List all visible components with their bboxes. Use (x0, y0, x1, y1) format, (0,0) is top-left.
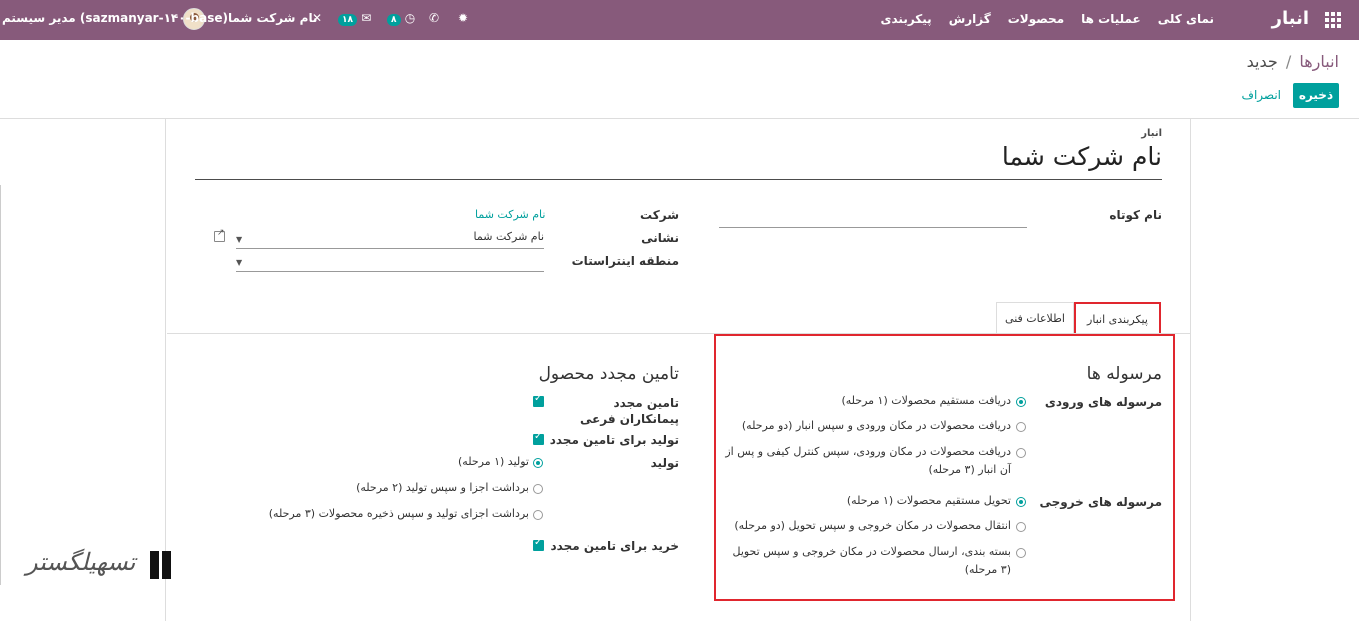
main-menu: نمای کلی عملیات ها محصولات گزارش پیکربند… (881, 12, 1215, 26)
control-panel-divider (0, 118, 1359, 119)
breadcrumb-current: جدید (1246, 52, 1278, 71)
incoming-option-2[interactable]: دریافت محصولات در مکان ورودی و سپس انبار… (721, 417, 1011, 435)
shipments-title: مرسوله ها (1086, 364, 1162, 384)
outgoing-option-2[interactable]: انتقال محصولات در مکان خروجی و سپس تحویل… (721, 517, 1011, 535)
manufacture-radio-2[interactable] (533, 484, 543, 494)
subcontract-label: تامین مجدد پیمانکاران فرعی (579, 396, 679, 426)
breadcrumb-separator: / (1285, 52, 1292, 71)
watermark-script-logo: ﺗﺴﻬﯿﻠﮕﺴﺘﺮ (26, 548, 136, 576)
address-dropdown-icon[interactable]: ▼ (236, 235, 242, 244)
company-label: شرکت (640, 208, 679, 222)
shortname-label: نام کوتاه (1109, 208, 1162, 222)
activity-menu[interactable]: ۸ ◷ (387, 11, 415, 26)
top-navbar: انبار نمای کلی عملیات ها محصولات گزارش پ… (0, 0, 1359, 40)
discard-button[interactable]: انصراف (1242, 88, 1281, 102)
intrastat-dropdown-icon[interactable]: ▼ (236, 258, 242, 267)
incoming-radio-3[interactable] (1016, 448, 1026, 458)
buy-resupply-label: خرید برای تامین مجدد (550, 539, 679, 553)
manufacture-radio-3[interactable] (533, 510, 543, 520)
manufacture-label: تولید (650, 456, 679, 470)
clock-icon: ◷ (404, 11, 416, 25)
outgoing-option-1[interactable]: تحویل مستقیم محصولات (۱ مرحله) (721, 492, 1011, 510)
user-menu[interactable]: مدیر سیستم (sazmanyar-۱۴۰-base) (2, 11, 228, 25)
menu-reporting[interactable]: گزارش (949, 12, 991, 26)
debug-bug-icon[interactable]: ✹ (458, 11, 468, 25)
scrollbar-track[interactable] (0, 185, 1, 585)
address-select[interactable]: نام شرکت شما (236, 230, 544, 249)
chat-badge: ۱۸ (338, 14, 357, 26)
company-link[interactable]: نام شرکت شما (475, 208, 545, 221)
shortname-input[interactable] (719, 227, 1027, 228)
title-label: انبار (1141, 128, 1162, 139)
phone-icon[interactable]: ✆ (429, 11, 439, 25)
incoming-radio-2[interactable] (1016, 422, 1026, 432)
incoming-option-3[interactable]: دریافت محصولات در مکان ورودی، سپس کنترل … (721, 443, 1011, 479)
manufacture-radio-1[interactable] (533, 458, 543, 468)
breadcrumb: انبارها / جدید (1247, 52, 1339, 71)
subcontract-checkbox[interactable] (533, 393, 544, 407)
outgoing-shipments-label: مرسوله های خروجی (1039, 495, 1162, 509)
breadcrumb-warehouses[interactable]: انبارها (1299, 52, 1339, 71)
activity-badge: ۸ (387, 14, 401, 26)
menu-operations[interactable]: عملیات ها (1081, 12, 1141, 26)
chat-icon: ✉ (361, 11, 372, 25)
tab-warehouse-config[interactable]: پیکربندی انبار (1074, 302, 1161, 334)
systray: ✹ ✆ ۸ ◷ ۱۸ ✉ ✕ نام شرکت شما مدیر سیستم (… (0, 0, 760, 40)
tab-technical-info[interactable]: اطلاعات فنی (996, 302, 1074, 334)
messages-menu[interactable]: ۱۸ ✉ (338, 11, 371, 26)
incoming-shipments-label: مرسوله های ورودی (1044, 395, 1162, 409)
warehouse-name-input[interactable]: نام شرکت شما (1002, 142, 1162, 171)
company-switcher[interactable]: نام شرکت شما (228, 11, 317, 25)
intrastat-label: منطقه اینتراستات (571, 254, 679, 268)
external-link-icon[interactable] (214, 228, 225, 242)
manufacture-resupply-checkbox[interactable] (533, 431, 544, 445)
buy-resupply-checkbox[interactable] (533, 537, 544, 551)
manufacture-option-2[interactable]: برداشت اجزا و سپس تولید (۲ مرحله) (229, 479, 529, 497)
menu-overview[interactable]: نمای کلی (1158, 12, 1214, 26)
incoming-radio-1[interactable] (1016, 397, 1026, 407)
title-underline (195, 179, 1162, 180)
resupply-title: تامین مجدد محصول (538, 364, 679, 384)
manufacture-option-1[interactable]: تولید (۱ مرحله) (229, 453, 529, 471)
apps-menu-icon[interactable] (1325, 12, 1341, 28)
outgoing-radio-3[interactable] (1016, 548, 1026, 558)
manufacture-option-3[interactable]: برداشت اجزای تولید و سپس ذخیره محصولات (… (229, 505, 529, 523)
outgoing-option-3[interactable]: بسته بندی، ارسال محصولات در مکان خروجی و… (721, 543, 1011, 579)
outgoing-radio-1[interactable] (1016, 497, 1026, 507)
address-label: نشانی (641, 231, 679, 245)
menu-products[interactable]: محصولات (1008, 12, 1064, 26)
save-button[interactable]: ذخیره (1293, 83, 1339, 108)
outgoing-radio-2[interactable] (1016, 522, 1026, 532)
menu-configuration[interactable]: پیکربندی (881, 12, 932, 26)
form-gutter-right (1190, 119, 1359, 621)
manufacture-resupply-label: تولید برای تامین مجدد (549, 433, 679, 447)
watermark-logo-icon (150, 551, 172, 579)
app-brand[interactable]: انبار (1272, 8, 1309, 29)
form-gutter-left (0, 119, 166, 621)
intrastat-select[interactable] (236, 253, 544, 272)
incoming-option-1[interactable]: دریافت مستقیم محصولات (۱ مرحله) (721, 392, 1011, 410)
